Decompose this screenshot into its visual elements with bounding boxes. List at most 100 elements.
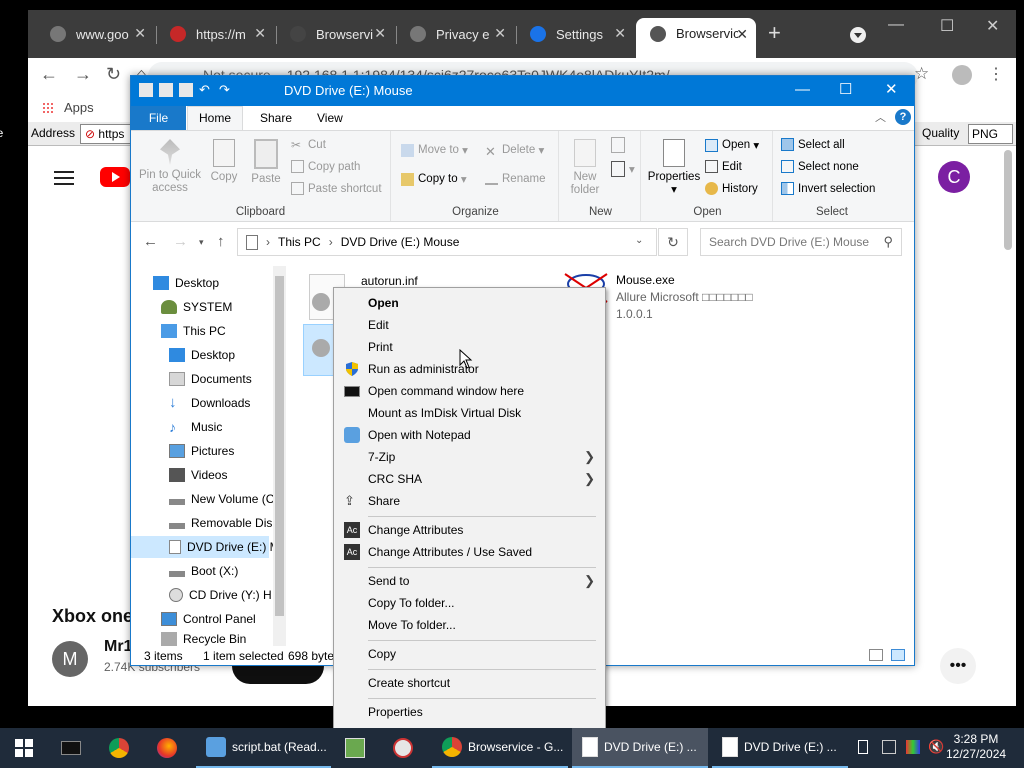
nav-item-cd-drive[interactable]: CD Drive (Y:) H <box>169 584 272 606</box>
search-input[interactable]: Search DVD Drive (E:) Mouse ⚲ <box>700 228 902 256</box>
close-tab-icon[interactable]: ✕ <box>374 25 386 42</box>
browser-tab-6-active[interactable]: Browservic ✕ <box>636 18 756 58</box>
menu-item-copy-to-folder[interactable]: Copy To folder... <box>334 592 605 614</box>
copy-to-button[interactable]: Copy to ▾ <box>401 172 467 186</box>
breadcrumb-this-pc[interactable]: This PC <box>278 235 321 249</box>
menu-item-crc-sha[interactable]: CRC SHA ❯ <box>334 468 605 490</box>
browser-tab-4[interactable]: Privacy e ✕ <box>396 18 514 50</box>
page-scrollbar[interactable] <box>1004 150 1012 250</box>
taskbar-browservice[interactable]: Browservice - G... <box>432 728 568 768</box>
collapse-ribbon-icon[interactable]: ︿ <box>875 109 886 125</box>
paste-button[interactable]: Paste <box>249 139 283 186</box>
menu-item-7zip[interactable]: 7-Zip ❯ <box>334 446 605 468</box>
menu-item-mount-imdisk[interactable]: Mount as ImDisk Virtual Disk <box>334 402 605 424</box>
refresh-button[interactable]: ↻ <box>658 228 688 256</box>
close-tab-icon[interactable]: ✕ <box>614 25 626 42</box>
back-arrow-icon[interactable]: ← <box>143 233 158 250</box>
display-tray-icon[interactable] <box>906 740 920 754</box>
explorer-title-bar[interactable]: ↶ ↷ DVD Drive (E:) Mouse — ☐ ✕ <box>131 76 914 106</box>
menu-item-share[interactable]: ⇪ Share <box>334 490 605 512</box>
tab-share[interactable]: Share <box>260 111 292 125</box>
history-button[interactable]: History <box>705 182 758 195</box>
close-button[interactable]: ✕ <box>885 81 898 99</box>
rename-button[interactable]: Rename <box>485 172 545 185</box>
volume-muted-icon[interactable]: 🔇 <box>928 740 944 754</box>
delete-button[interactable]: ✕ Delete ▾ <box>485 143 544 159</box>
menu-item-properties[interactable]: Properties <box>334 701 605 723</box>
select-all-button[interactable]: Select all <box>781 138 845 151</box>
nav-item-boot[interactable]: Boot (X:) <box>169 560 238 582</box>
close-tab-icon[interactable]: ✕ <box>494 25 506 42</box>
chevron-right-icon[interactable]: › <box>266 235 270 249</box>
details-view-icon[interactable] <box>869 649 883 661</box>
chrome-menu-icon[interactable]: ⋮ <box>988 64 1004 84</box>
properties-check-icon[interactable] <box>159 83 173 97</box>
reload-icon[interactable]: ↻ <box>106 64 121 85</box>
chevron-right-icon[interactable]: › <box>329 235 333 249</box>
maximize-button[interactable]: ☐ <box>839 81 852 99</box>
minimize-button[interactable]: — <box>795 81 810 99</box>
taskbar-app-green[interactable] <box>336 728 380 768</box>
menu-item-move-to-folder[interactable]: Move To folder... <box>334 614 605 636</box>
redo-icon[interactable]: ↷ <box>219 83 233 97</box>
tab-view[interactable]: View <box>317 111 343 125</box>
menu-item-edit[interactable]: Edit <box>334 314 605 336</box>
nav-item-desktop[interactable]: Desktop <box>169 344 235 366</box>
breadcrumb-current[interactable]: DVD Drive (E:) Mouse <box>341 235 460 249</box>
nav-item-recycle-bin[interactable]: Recycle Bin <box>161 632 246 646</box>
network-tray-icon[interactable] <box>882 740 896 754</box>
close-tab-icon[interactable]: ✕ <box>134 25 146 42</box>
edit-button[interactable]: Edit <box>705 160 742 173</box>
menu-item-create-shortcut[interactable]: Create shortcut <box>334 672 605 694</box>
file-mouse-exe[interactable]: Mouse.exe Allure Microsoft □□□□□□□ 1.0.0… <box>616 273 753 321</box>
bookmark-star-icon[interactable]: ☆ <box>914 64 929 84</box>
forward-arrow-icon[interactable]: → <box>74 64 92 85</box>
start-button[interactable] <box>0 728 48 768</box>
nav-item-desktop-root[interactable]: Desktop <box>153 272 219 294</box>
close-tab-icon[interactable]: ✕ <box>736 26 748 43</box>
easy-access-button[interactable]: ▾ <box>611 161 635 177</box>
nav-scrollbar-thumb[interactable] <box>275 276 284 616</box>
menu-item-open-cmd[interactable]: Open command window here <box>334 380 605 402</box>
paste-shortcut-button[interactable]: Paste shortcut <box>291 182 382 195</box>
nav-item-videos[interactable]: Videos <box>169 464 227 486</box>
profile-avatar[interactable] <box>952 65 972 85</box>
address-dropdown-icon[interactable]: ⌄ <box>635 235 643 246</box>
hamburger-menu-icon[interactable] <box>54 171 74 185</box>
taskbar-script-bat[interactable]: script.bat (Read... <box>196 728 331 768</box>
chrome-close-button[interactable]: ✕ <box>986 16 999 36</box>
tab-file[interactable]: File <box>131 106 186 130</box>
browser-tab-1[interactable]: www.goo ✕ <box>36 18 154 50</box>
user-avatar[interactable]: C <box>938 161 970 193</box>
taskbar-firefox[interactable] <box>148 728 192 768</box>
taskbar-dvd-drive-2[interactable]: DVD Drive (E:) ... <box>712 728 848 768</box>
usb-tray-icon[interactable] <box>858 740 868 754</box>
copy-path-button[interactable]: Copy path <box>291 160 360 173</box>
menu-item-send-to[interactable]: Send to ❯ <box>334 570 605 592</box>
help-icon[interactable]: ? <box>895 109 911 125</box>
browser-tab-3[interactable]: Browservi ✕ <box>276 18 394 50</box>
nav-item-this-pc[interactable]: This PC <box>161 320 226 342</box>
quality-select[interactable]: PNG <box>968 124 1013 144</box>
channel-avatar[interactable]: M <box>52 641 88 677</box>
channel-name[interactable]: Mr1 <box>104 638 132 656</box>
back-arrow-icon[interactable]: ← <box>40 64 58 85</box>
nav-item-pictures[interactable]: Pictures <box>169 440 234 462</box>
cut-button[interactable]: ✂ Cut <box>291 138 326 152</box>
properties-button[interactable]: Properties ▾ <box>645 139 703 197</box>
file-autorun-name[interactable]: autorun.inf <box>361 274 418 288</box>
youtube-logo-icon[interactable] <box>100 167 130 187</box>
invert-selection-button[interactable]: Invert selection <box>781 182 875 195</box>
menu-item-change-attributes-saved[interactable]: Ac Change Attributes / Use Saved <box>334 541 605 563</box>
forward-arrow-icon[interactable]: → <box>173 233 188 250</box>
copy-button[interactable]: Copy <box>207 139 241 184</box>
browser-tab-2[interactable]: https://m ✕ <box>156 18 274 50</box>
nav-item-music[interactable]: ♪ Music <box>169 416 222 438</box>
chrome-minimize-button[interactable]: — <box>888 16 904 34</box>
nav-item-system[interactable]: SYSTEM <box>161 296 232 318</box>
taskbar-chrome[interactable] <box>100 728 144 768</box>
chrome-maximize-button[interactable]: ☐ <box>940 16 954 36</box>
nav-item-dvd-drive[interactable]: DVD Drive (E:) M <box>131 536 280 558</box>
pin-quick-access-button[interactable]: Pin to Quick access <box>137 139 203 195</box>
menu-item-open[interactable]: Open <box>334 292 605 314</box>
